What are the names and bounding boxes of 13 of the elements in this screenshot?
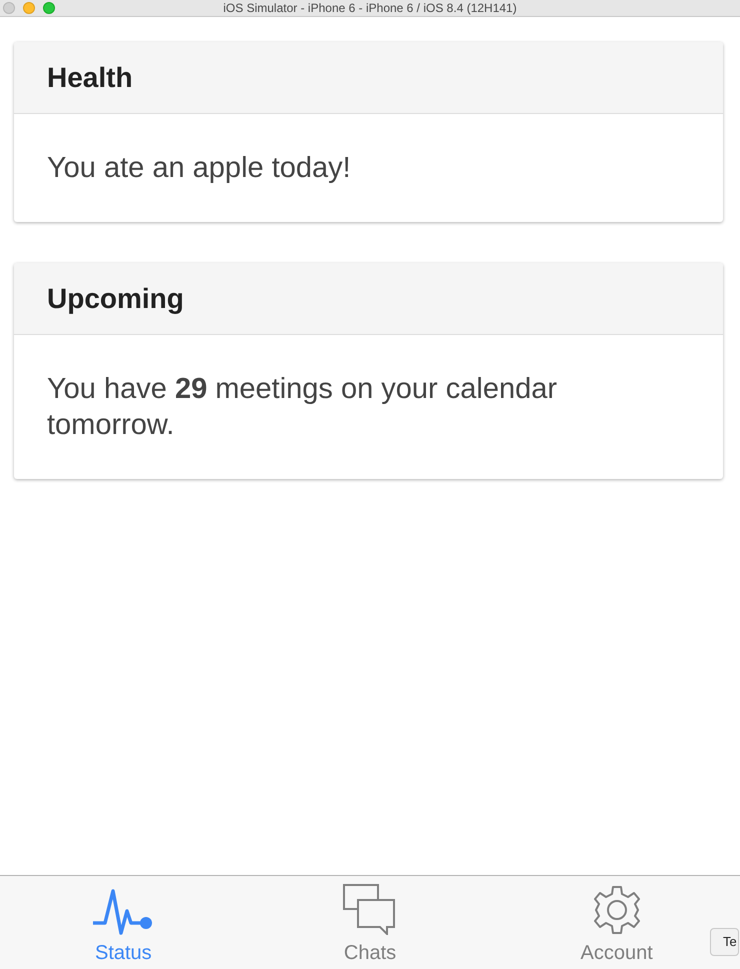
tab[interactable]: Chats bbox=[246, 876, 494, 969]
card-title: Upcoming bbox=[47, 284, 184, 312]
close-button[interactable] bbox=[3, 2, 15, 14]
zoom-button[interactable] bbox=[43, 2, 55, 14]
tab[interactable]: Status bbox=[0, 876, 247, 969]
speech-bubbles-icon bbox=[342, 883, 398, 935]
partial-button[interactable]: Te bbox=[710, 928, 739, 956]
card-text: You have 29 meetings on your calendar tomorrow. bbox=[47, 372, 558, 443]
minimize-button[interactable] bbox=[23, 2, 35, 14]
card-text: You ate an apple today! bbox=[47, 151, 352, 186]
window-title: iOS Simulator - iPhone 6 - iPhone 6 / iOS 8.4 (12H141) bbox=[223, 2, 517, 14]
settings-icon bbox=[592, 885, 642, 935]
card-title: Health bbox=[47, 64, 133, 92]
